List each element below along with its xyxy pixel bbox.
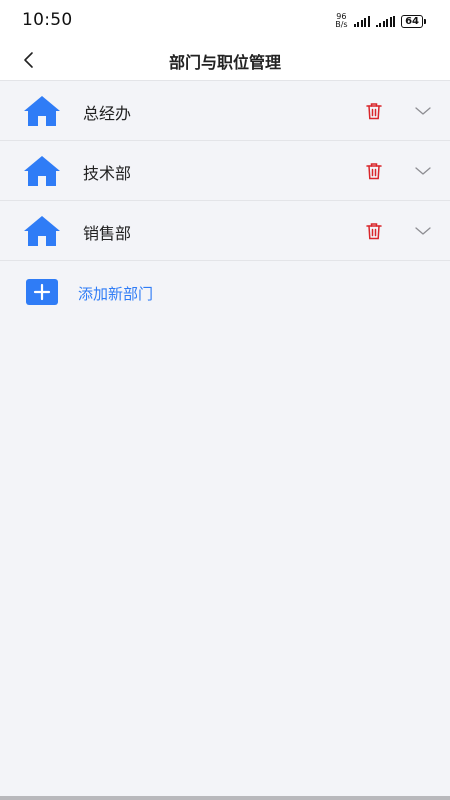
- network-speed: 96 B/s: [335, 13, 347, 29]
- signal-icon: [353, 15, 370, 27]
- department-list: 总经办 技术部 销售部: [0, 81, 450, 261]
- page-title: 部门与职位管理: [168, 53, 281, 72]
- department-name: 销售部: [83, 224, 132, 243]
- home-indicator: [0, 796, 450, 800]
- plus-icon: [33, 283, 51, 301]
- department-name: 技术部: [83, 164, 132, 183]
- house-icon: [24, 216, 60, 246]
- battery-icon: 64: [401, 14, 426, 28]
- department-row[interactable]: 销售部: [0, 201, 450, 261]
- status-bar: 10:50 96 B/s 64: [0, 0, 450, 40]
- department-name: 总经办: [83, 104, 132, 123]
- department-row[interactable]: 技术部: [0, 141, 450, 201]
- add-department-button[interactable]: [26, 279, 58, 305]
- house-icon: [24, 156, 60, 186]
- chevron-down-icon[interactable]: [413, 163, 433, 179]
- status-indicators: 96 B/s 64: [335, 13, 426, 29]
- trash-icon[interactable]: [364, 221, 384, 241]
- network-speed-unit: B/s: [335, 20, 348, 29]
- department-row[interactable]: 总经办: [0, 81, 450, 141]
- chevron-down-icon[interactable]: [413, 223, 433, 239]
- navigation-bar: 部门与职位管理: [0, 40, 450, 81]
- battery-level: 64: [401, 14, 423, 28]
- status-time: 10:50: [22, 10, 73, 30]
- signal-icon-secondary: [375, 15, 396, 27]
- house-icon: [24, 96, 60, 126]
- chevron-down-icon[interactable]: [413, 103, 433, 119]
- add-department-label[interactable]: 添加新部门: [78, 283, 153, 304]
- add-department-row[interactable]: 添加新部门: [0, 262, 450, 322]
- trash-icon[interactable]: [364, 161, 384, 181]
- trash-icon[interactable]: [364, 101, 384, 121]
